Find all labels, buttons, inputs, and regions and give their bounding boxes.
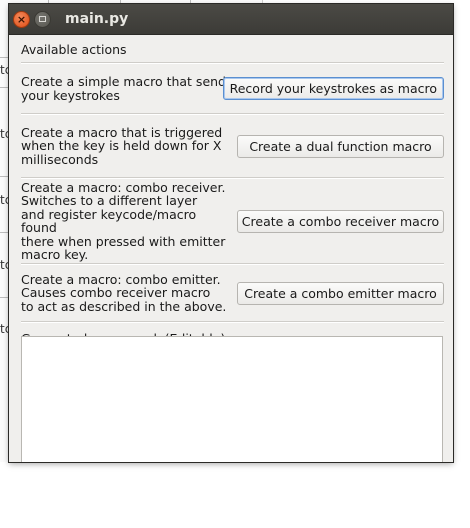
close-button[interactable]: × bbox=[13, 10, 30, 28]
dialog-content: Available actions Create a simple macro … bbox=[21, 40, 444, 346]
window-title: main.py bbox=[65, 11, 129, 27]
macro-dialog: × main.py Available actions Create a sim… bbox=[9, 4, 453, 462]
available-actions-label: Available actions bbox=[21, 42, 127, 57]
action-row-simple-macro: Create a simple macro that sends your ke… bbox=[21, 64, 444, 113]
generated-code-editor[interactable] bbox=[21, 336, 443, 462]
action-row-combo-receiver: Create a macro: combo receiver. Switches… bbox=[21, 179, 444, 263]
action-row-combo-emitter: Create a macro: combo emitter. Causes co… bbox=[21, 265, 444, 321]
action-description: Create a macro: combo emitter. Causes co… bbox=[21, 271, 227, 314]
action-row-dual-function: Create a macro that is triggered when th… bbox=[21, 115, 444, 177]
maximize-icon bbox=[39, 16, 46, 22]
title-bar[interactable]: × main.py bbox=[9, 4, 453, 35]
combo-emitter-macro-button[interactable]: Create a combo emitter macro bbox=[237, 281, 444, 305]
action-description: Create a macro that is triggered when th… bbox=[21, 124, 223, 167]
record-keystrokes-button[interactable]: Record your keystrokes as macro bbox=[222, 77, 444, 100]
dual-function-macro-button[interactable]: Create a dual function macro bbox=[237, 134, 444, 158]
action-description: Create a simple macro that sends your ke… bbox=[21, 74, 233, 103]
close-icon: × bbox=[16, 12, 27, 26]
combo-receiver-macro-button[interactable]: Create a combo receiver macro bbox=[237, 209, 444, 233]
maximize-button[interactable] bbox=[34, 10, 51, 28]
action-description: Create a macro: combo receiver. Switches… bbox=[21, 179, 226, 262]
